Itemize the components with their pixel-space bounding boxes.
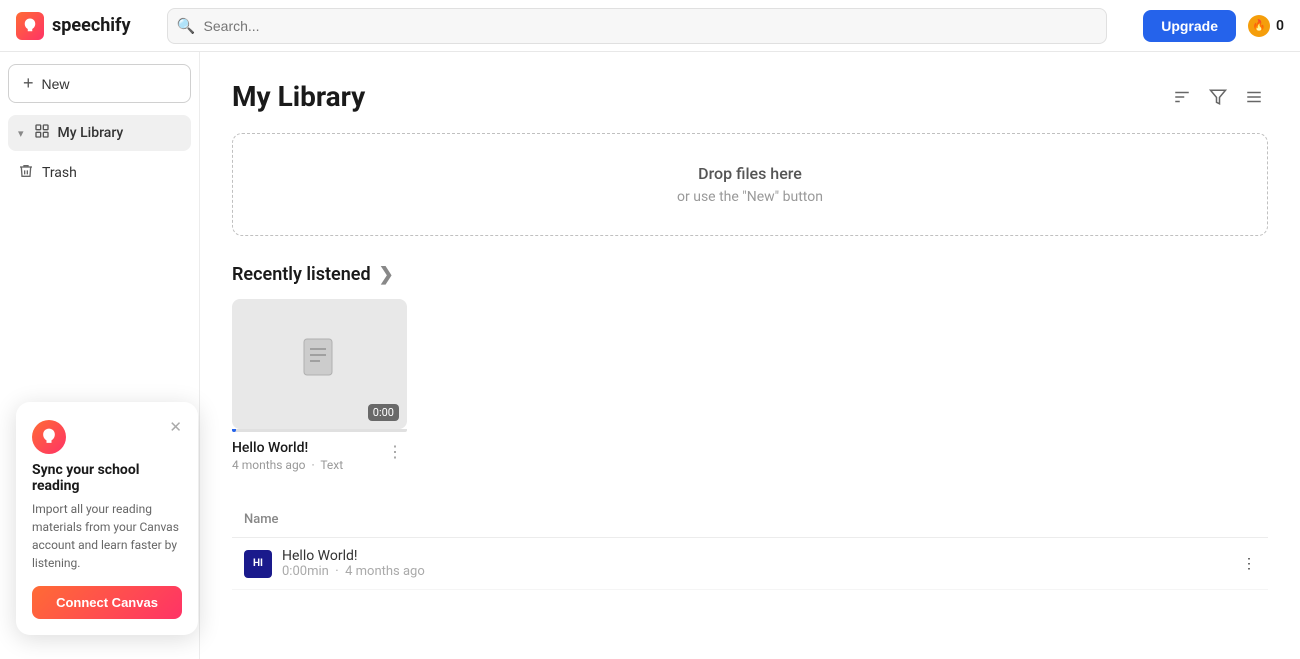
chevron-down-icon: ▾ <box>18 127 24 140</box>
drop-zone-subtitle: or use the "New" button <box>263 189 1237 205</box>
card-hello-world[interactable]: 0:00 Hello World! 4 months ago · Text <box>232 299 407 472</box>
card-progress-bar-container <box>232 429 407 432</box>
file-list-table: Name HI Hello World! 0:00min · <box>232 504 1268 590</box>
file-meta: 0:00min · 4 months ago <box>282 564 425 579</box>
drop-zone[interactable]: Drop files here or use the "New" button <box>232 133 1268 236</box>
header-right: Upgrade 🔥 0 <box>1143 10 1284 42</box>
logo-text: speechify <box>52 15 131 36</box>
search-input[interactable] <box>167 8 1108 44</box>
canvas-popup: ✕ Sync your school reading Import all yo… <box>16 402 198 635</box>
coins-display: 🔥 0 <box>1248 15 1284 37</box>
content-toolbar <box>1168 83 1268 111</box>
row-menu-button[interactable]: ⋮ <box>1106 538 1268 590</box>
upgrade-button[interactable]: Upgrade <box>1143 10 1236 42</box>
canvas-popup-description: Import all your reading materials from y… <box>32 500 182 572</box>
sidebar-item-trash[interactable]: Trash <box>8 155 191 191</box>
coin-icon: 🔥 <box>1248 15 1270 37</box>
card-progress-bar <box>232 429 236 432</box>
sort-button[interactable] <box>1168 83 1196 111</box>
speechify-logo-icon <box>16 12 44 40</box>
card-thumbnail: 0:00 <box>232 299 407 429</box>
my-library-label: My Library <box>58 125 124 141</box>
canvas-popup-header: ✕ <box>32 420 182 454</box>
search-icon: 🔍 <box>177 17 196 35</box>
table-row[interactable]: HI Hello World! 0:00min · 4 months ago <box>232 538 1268 590</box>
view-toggle-button[interactable] <box>1240 83 1268 111</box>
col-name: Name <box>232 504 1106 538</box>
cards-row: 0:00 Hello World! 4 months ago · Text <box>232 299 1268 472</box>
search-bar[interactable]: 🔍 <box>167 8 1108 44</box>
file-name-cell: HI Hello World! 0:00min · 4 months ago <box>232 538 1106 590</box>
coins-count: 0 <box>1276 18 1284 34</box>
recently-listened-title: Recently listened <box>232 264 371 285</box>
file-title: Hello World! <box>282 548 425 564</box>
page-title: My Library <box>232 80 365 113</box>
logo: speechify <box>16 12 131 40</box>
header: speechify 🔍 Upgrade 🔥 0 <box>0 0 1300 52</box>
new-button-label: New <box>42 76 70 92</box>
sidebar-item-my-library[interactable]: ▾ My Library <box>8 115 191 151</box>
recently-listened-section: Recently listened ❯ <box>232 264 1268 472</box>
plus-icon: + <box>23 73 34 94</box>
card-menu-button[interactable]: ⋮ <box>383 440 407 463</box>
scroll-right-icon[interactable]: ❯ <box>379 264 394 285</box>
card-info: Hello World! 4 months ago · Text ⋮ <box>232 440 407 472</box>
file-name-row: HI Hello World! 0:00min · 4 months ago <box>244 548 1094 579</box>
canvas-logo-icon <box>32 420 66 454</box>
filter-button[interactable] <box>1204 83 1232 111</box>
content-area: My Library <box>200 52 1300 659</box>
document-icon <box>300 337 340 392</box>
connect-canvas-button[interactable]: Connect Canvas <box>32 586 182 619</box>
card-meta: 4 months ago · Text <box>232 458 343 472</box>
library-icon <box>34 123 50 143</box>
trash-label: Trash <box>42 165 77 181</box>
col-actions <box>1106 504 1268 538</box>
card-time-badge: 0:00 <box>368 404 399 421</box>
new-button[interactable]: + New <box>8 64 191 103</box>
drop-zone-title: Drop files here <box>263 164 1237 183</box>
card-name: Hello World! <box>232 440 343 456</box>
file-type-icon: HI <box>244 550 272 578</box>
trash-icon <box>18 163 34 183</box>
close-icon[interactable]: ✕ <box>169 420 182 435</box>
canvas-popup-title: Sync your school reading <box>32 462 182 494</box>
recently-listened-header: Recently listened ❯ <box>232 264 1268 285</box>
